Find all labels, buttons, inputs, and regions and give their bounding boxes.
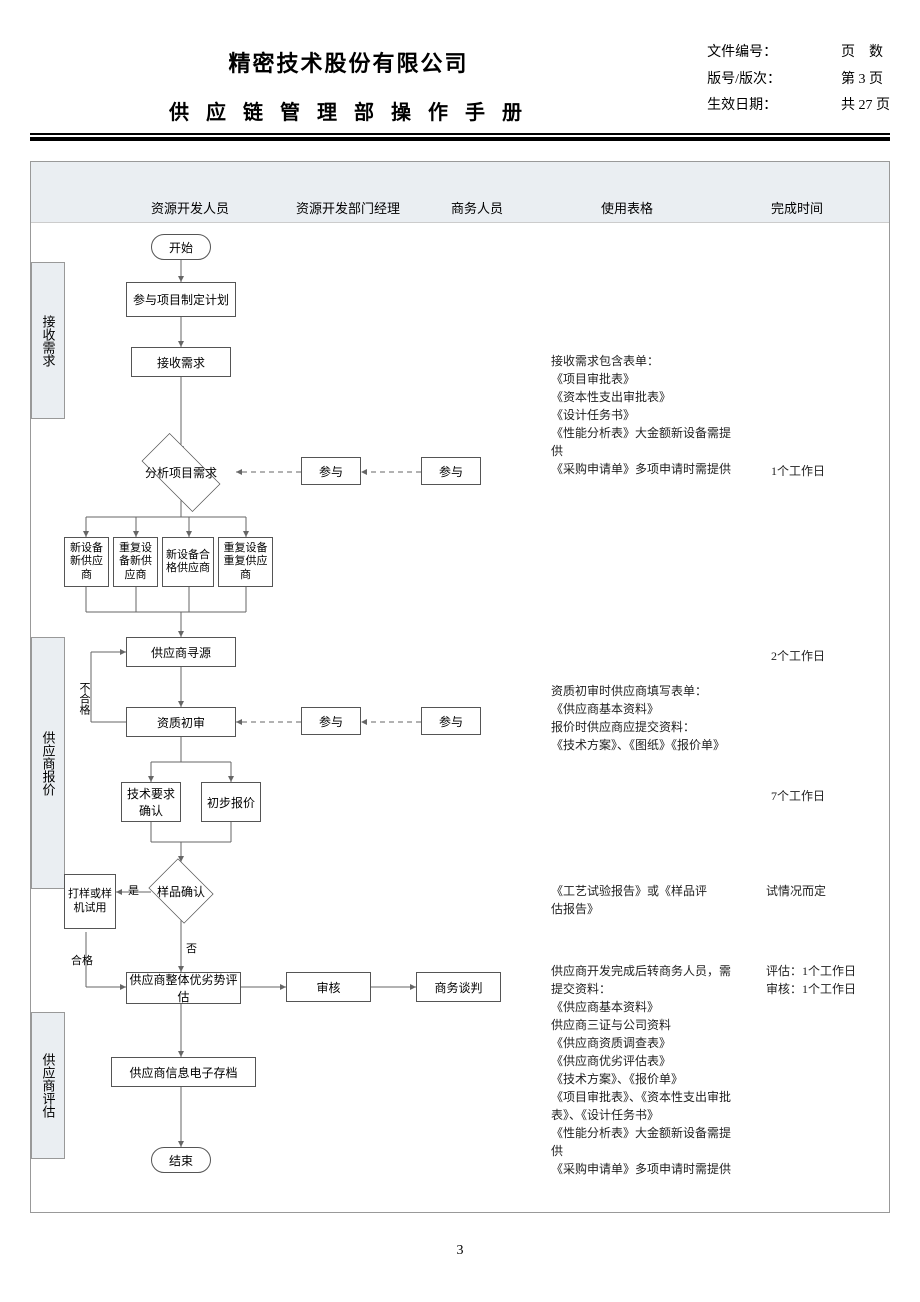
docno-label: 文件编号： <box>707 40 781 67</box>
version-label: 版号/版次： <box>707 67 781 94</box>
node-plan: 参与项目制定计划 <box>126 282 236 317</box>
annot-sample-report: 《工艺试验报告》或《样品评估报告》 <box>551 882 711 918</box>
node-sample-confirm: 样品确认 <box>146 862 216 920</box>
node-participate-3: 参与 <box>301 707 361 735</box>
node-archive: 供应商信息电子存档 <box>111 1057 256 1087</box>
annot-recv-forms: 接收需求包含表单： 《项目审批表》 《资本性支出审批表》 《设计任务书》 《性能… <box>551 352 731 478</box>
page-current: 第 3 页 <box>841 67 890 94</box>
page-total: 共 27 页 <box>841 93 890 120</box>
page-title: 页 数 <box>841 40 890 67</box>
node-tech-confirm: 技术要求确认 <box>121 782 181 822</box>
annot-handover-forms: 供应商开发完成后转商务人员，需提交资料： 《供应商基本资料》 供应商三证与公司资… <box>551 962 731 1178</box>
node-review: 审核 <box>286 972 371 1002</box>
node-participate-2: 参与 <box>421 457 481 485</box>
time-source: 2个工作日 <box>771 647 825 665</box>
node-prototype: 打样或样机试用 <box>64 874 116 929</box>
node-participate-4: 参与 <box>421 707 481 735</box>
edge-ok: 合格 <box>71 952 93 968</box>
company-name: 精密技术股份有限公司 <box>30 46 667 78</box>
edge-no: 否 <box>186 940 197 956</box>
node-recv: 接收需求 <box>131 347 231 377</box>
edge-yes: 是 <box>128 882 139 898</box>
node-cat-new-qualified: 新设备合格供应商 <box>162 537 214 587</box>
node-analyze: 分析项目需求 <box>131 445 231 500</box>
node-prelim: 资质初审 <box>126 707 236 737</box>
node-initial-quote: 初步报价 <box>201 782 261 822</box>
edge-fail: 不合格 <box>76 682 92 715</box>
node-source: 供应商寻源 <box>126 637 236 667</box>
annot-prelim-forms: 资质初审时供应商填写表单： 《供应商基本资料》 报价时供应商应提交资料： 《技术… <box>551 682 731 754</box>
node-cat-repeat-new: 重复设备新供应商 <box>113 537 158 587</box>
time-analyze: 1个工作日 <box>771 462 825 480</box>
manual-title: 供 应 链 管 理 部 操 作 手 册 <box>30 96 667 125</box>
effective-label: 生效日期： <box>707 93 781 120</box>
page-number: 3 <box>30 1243 890 1259</box>
time-quote: 7个工作日 <box>771 787 825 805</box>
node-cat-new-new: 新设备新供应商 <box>64 537 109 587</box>
node-participate-1: 参与 <box>301 457 361 485</box>
flowchart: 资源开发人员 资源开发部门经理 商务人员 使用表格 完成时间 接收需求 供应商报… <box>30 161 890 1213</box>
node-end: 结束 <box>151 1147 211 1173</box>
doc-header: 精密技术股份有限公司 供 应 链 管 理 部 操 作 手 册 文件编号： 版号/… <box>30 40 890 125</box>
node-eval: 供应商整体优劣势评估 <box>126 972 241 1004</box>
time-sample: 试情况而定 <box>766 882 846 900</box>
node-start: 开始 <box>151 234 211 260</box>
time-eval: 评估：1个工作日 审核：1个工作日 <box>766 962 856 998</box>
node-negotiate: 商务谈判 <box>416 972 501 1002</box>
flow-lines <box>31 162 889 1212</box>
node-cat-repeat-repeat: 重复设备重复供应商 <box>218 537 273 587</box>
